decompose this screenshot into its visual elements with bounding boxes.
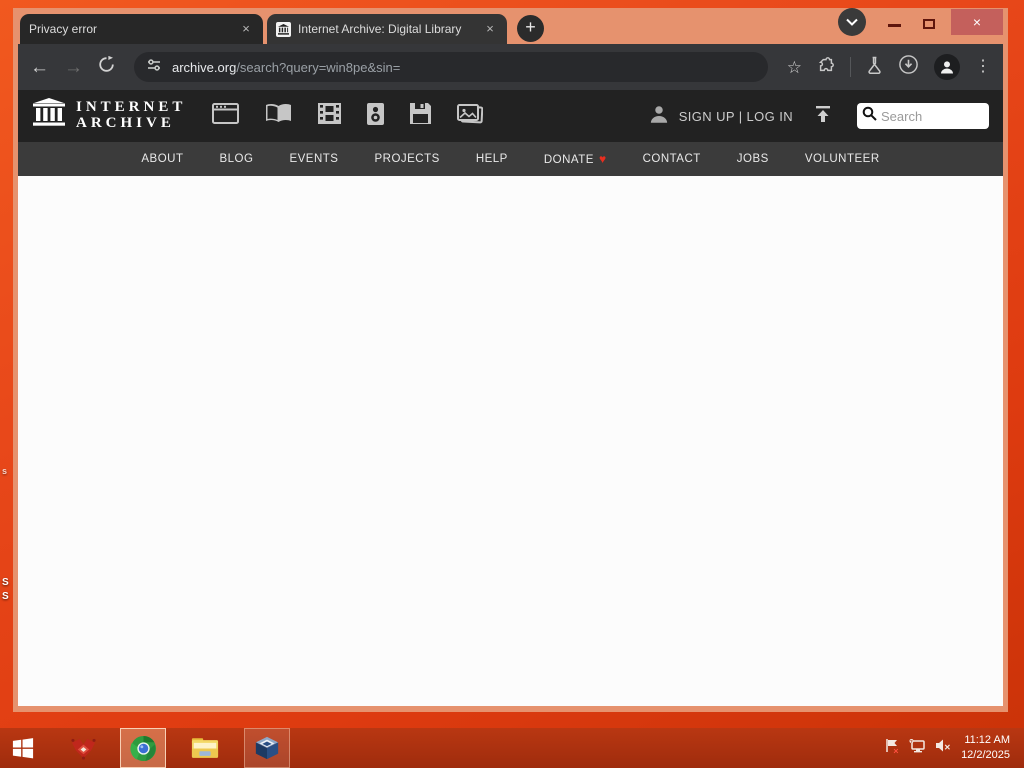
search-input[interactable]	[881, 108, 984, 124]
desktop-icon-label-fragment: s	[2, 466, 8, 476]
nav-about[interactable]: ABOUT	[141, 153, 183, 165]
heart-icon: ♥	[598, 152, 607, 166]
tab-search-chevron-button[interactable]	[838, 8, 866, 36]
person-icon	[649, 104, 669, 129]
downloads-icon[interactable]	[898, 54, 919, 80]
internet-archive-wordmark[interactable]: INTERNET ARCHIVE	[76, 99, 186, 132]
archive-nav: ABOUT BLOG EVENTS PROJECTS HELP DONATE ♥ …	[18, 142, 1003, 176]
tab-privacy-error[interactable]: Privacy error ×	[20, 14, 263, 44]
upload-icon[interactable]	[813, 104, 833, 129]
taskbar-browser-button[interactable]	[120, 728, 166, 768]
toolbar-divider	[850, 57, 851, 77]
nav-jobs[interactable]: JOBS	[737, 153, 769, 165]
browser-window: Privacy error × Internet Archive: Digita…	[13, 8, 1008, 712]
archive-search-box[interactable]	[857, 103, 989, 129]
volume-muted-icon[interactable]: ✕	[935, 738, 952, 758]
bookmark-star-icon[interactable]: ☆	[787, 59, 802, 76]
clock-time: 11:12 AM	[964, 734, 1010, 747]
search-icon	[862, 106, 877, 126]
video-icon[interactable]	[318, 103, 342, 129]
archive-header: INTERNET ARCHIVE SIGN UP | LOG IN Search	[18, 90, 1003, 142]
tab-title: Privacy error	[29, 22, 98, 36]
audio-icon[interactable]	[367, 102, 385, 130]
nav-donate[interactable]: DONATE ♥	[544, 152, 607, 166]
network-status-icon[interactable]: ?	[909, 738, 926, 759]
svg-text:?: ?	[910, 739, 913, 744]
web-icon[interactable]	[212, 103, 240, 129]
images-icon[interactable]	[457, 103, 484, 129]
taskbar-file-explorer-button[interactable]	[182, 728, 228, 768]
desktop-icon-label-fragment: S	[2, 591, 9, 602]
nav-volunteer[interactable]: VOLUNTEER	[805, 153, 880, 165]
texts-icon[interactable]	[265, 103, 292, 129]
clock-date: 12/2/2025	[961, 749, 1010, 761]
address-bar[interactable]: archive.org/search?query=win8pe&sin=	[134, 52, 768, 82]
pinned-app-red-icon[interactable]	[60, 728, 106, 768]
tab-title: Internet Archive: Digital Library	[298, 22, 462, 36]
nav-contact[interactable]: CONTACT	[643, 153, 701, 165]
close-tab-icon[interactable]: ×	[238, 21, 254, 37]
software-icon[interactable]	[410, 103, 432, 129]
internet-archive-logo-icon[interactable]	[32, 98, 66, 134]
close-tab-icon[interactable]: ×	[482, 21, 498, 37]
reload-button[interactable]	[98, 55, 115, 78]
taskbar: ✕ ? ✕ 11:12 AM 12/2/2025	[0, 728, 1024, 768]
title-bar: Privacy error × Internet Archive: Digita…	[18, 8, 1003, 44]
system-tray: ✕ ? ✕ 11:12 AM 12/2/2025	[884, 733, 1024, 763]
action-center-flag-icon[interactable]: ✕	[884, 738, 900, 759]
new-tab-button[interactable]: +	[517, 15, 544, 42]
archive-header-right: SIGN UP | LOG IN	[649, 103, 989, 129]
nav-blog[interactable]: BLOG	[219, 153, 253, 165]
url-text: archive.org/search?query=win8pe&sin=	[172, 59, 401, 75]
taskbar-virtualbox-button[interactable]	[244, 728, 290, 768]
minimize-button[interactable]	[888, 23, 901, 27]
forward-button[interactable]: →	[64, 58, 83, 77]
media-type-icons	[212, 102, 484, 130]
tab-internet-archive[interactable]: Internet Archive: Digital Library ×	[267, 14, 507, 44]
extensions-icon[interactable]	[817, 56, 835, 79]
close-window-button[interactable]: ×	[951, 9, 1003, 35]
profile-avatar[interactable]	[934, 54, 960, 80]
site-info-icon[interactable]	[146, 57, 162, 78]
signup-login-links[interactable]: SIGN UP | LOG IN	[679, 109, 793, 124]
labs-flask-icon[interactable]	[866, 56, 883, 79]
browser-toolbar: ← → archive.org/search?query=win8pe&sin=…	[18, 44, 1003, 90]
back-button[interactable]: ←	[30, 58, 49, 77]
nav-help[interactable]: HELP	[476, 153, 508, 165]
maximize-button[interactable]	[923, 19, 935, 29]
start-button[interactable]	[0, 728, 46, 768]
browser-menu-kebab-icon[interactable]: ⋮	[975, 59, 991, 75]
nav-projects[interactable]: PROJECTS	[374, 153, 439, 165]
desktop-icon-label-fragment: S	[2, 577, 9, 588]
svg-text:✕: ✕	[893, 748, 899, 754]
internet-archive-favicon	[276, 21, 291, 37]
nav-events[interactable]: EVENTS	[289, 153, 338, 165]
taskbar-clock[interactable]: 11:12 AM 12/2/2025	[961, 733, 1014, 763]
page-content	[18, 176, 1003, 706]
window-controls: ×	[838, 8, 1003, 36]
svg-text:✕: ✕	[944, 743, 951, 752]
